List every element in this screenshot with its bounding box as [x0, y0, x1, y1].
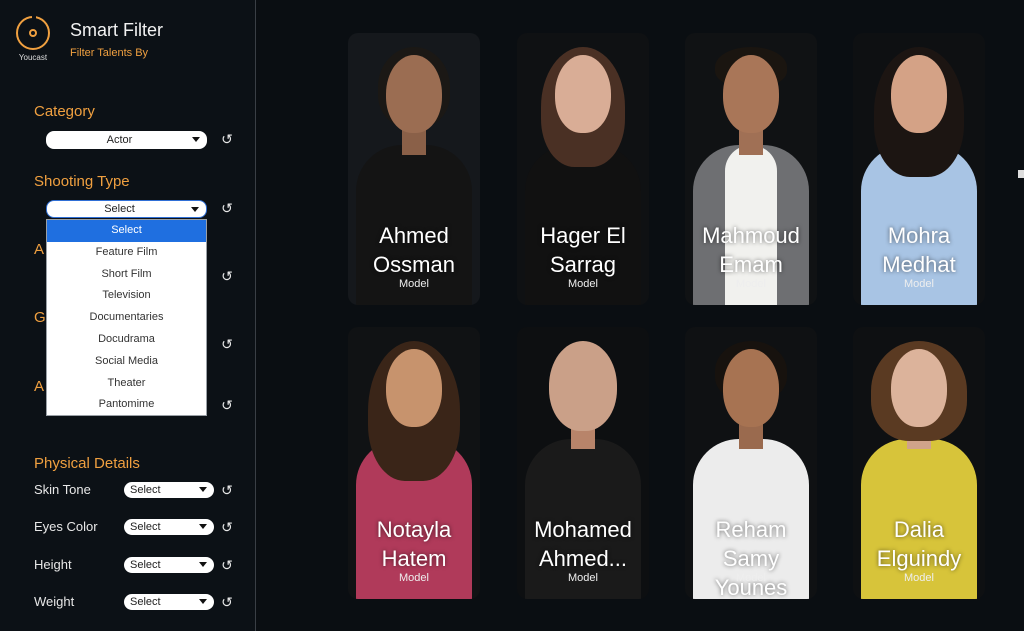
dropdown-option[interactable]: Theater [47, 373, 206, 395]
dropdown-option[interactable]: Docudrama [47, 329, 206, 351]
reset-icon[interactable]: ↺ [220, 270, 234, 284]
category-select-value: Actor [106, 134, 133, 146]
category-label: Category [34, 103, 95, 120]
dropdown-option[interactable]: Feature Film [47, 242, 206, 264]
logo-text: Youcast [18, 53, 48, 62]
reset-icon[interactable]: ↺ [220, 521, 234, 535]
youcast-logo-icon [16, 14, 50, 50]
talent-name: Hager El Sarrag [540, 223, 626, 277]
app-subtitle: Filter Talents By [70, 47, 149, 59]
skin-tone-label: Skin Tone [34, 482, 91, 497]
weight-label: Weight [34, 594, 75, 609]
dropdown-option[interactable]: Select [47, 220, 206, 242]
caret-down-icon [199, 524, 207, 529]
caret-down-icon [199, 487, 207, 492]
talent-name: Mohamed Ahmed... [534, 517, 632, 571]
dropdown-option[interactable]: Television [47, 285, 206, 307]
physical-details-label: Physical Details [34, 455, 140, 472]
reset-icon[interactable]: ↺ [220, 596, 234, 610]
caret-down-icon [192, 137, 200, 142]
dropdown-option[interactable]: Documentaries [47, 307, 206, 329]
talent-name: Dalia Elguindy [876, 517, 962, 571]
height-select-value: Select [130, 559, 161, 571]
talent-role: Model [736, 572, 766, 584]
talent-role: Model [399, 572, 429, 584]
height-select[interactable]: Select [124, 557, 214, 573]
talent-card[interactable]: Ahmed Ossman Model [348, 33, 480, 305]
hidden-section-label: A [34, 378, 45, 395]
category-select[interactable]: Actor [46, 131, 207, 149]
height-label: Height [34, 557, 72, 572]
hidden-section-label: A [34, 241, 45, 258]
filter-sidebar: Youcast Smart Filter Filter Talents By C… [0, 0, 256, 631]
talent-card[interactable]: Mohamed Ahmed... Model [517, 327, 649, 599]
weight-select-value: Select [130, 596, 161, 608]
talent-role: Model [736, 278, 766, 290]
talent-card[interactable]: Notayla Hatem Model [348, 327, 480, 599]
reset-icon[interactable]: ↺ [220, 133, 234, 147]
skin-tone-select[interactable]: Select [124, 482, 214, 498]
talent-name: Mohra Medhat [882, 223, 956, 277]
talent-name: Mahmoud Emam [702, 223, 800, 277]
talent-card[interactable]: Hager El Sarrag Model [517, 33, 649, 305]
talent-role: Model [904, 572, 934, 584]
shooting-type-select-value: Select [104, 203, 135, 215]
talent-card[interactable]: Mohra Medhat Model [853, 33, 985, 305]
talent-card[interactable]: Dalia Elguindy Model [853, 327, 985, 599]
reset-icon[interactable]: ↺ [220, 399, 234, 413]
reset-icon[interactable]: ↺ [220, 202, 234, 216]
talent-role: Model [568, 572, 598, 584]
app-title: Smart Filter [70, 20, 164, 40]
youcast-logo[interactable]: Youcast [14, 14, 52, 62]
eyes-color-select-value: Select [130, 521, 161, 533]
shooting-type-dropdown: Select Feature Film Short Film Televisio… [46, 219, 207, 416]
talent-role: Model [399, 278, 429, 290]
caret-down-icon [191, 207, 199, 212]
reset-icon[interactable]: ↺ [220, 484, 234, 498]
talent-name: Ahmed Ossman [373, 223, 455, 277]
shooting-type-label: Shooting Type [34, 173, 130, 190]
hidden-section-label: G [34, 309, 46, 326]
talent-role: Model [904, 278, 934, 290]
skin-tone-select-value: Select [130, 484, 161, 496]
talent-name: Notayla Hatem [376, 517, 452, 571]
talent-role: Model [568, 278, 598, 290]
shooting-type-select[interactable]: Select [46, 200, 207, 218]
caret-down-icon [199, 599, 207, 604]
dropdown-option[interactable]: Pantomime [47, 394, 206, 416]
reset-icon[interactable]: ↺ [220, 559, 234, 573]
reset-icon[interactable]: ↺ [220, 338, 234, 352]
caret-down-icon [199, 562, 207, 567]
talent-card[interactable]: Reham Samy Younes Model [685, 327, 817, 599]
talent-name: Reham Samy Younes [714, 517, 788, 599]
eyes-color-select[interactable]: Select [124, 519, 214, 535]
weight-select[interactable]: Select [124, 594, 214, 610]
dropdown-option[interactable]: Short Film [47, 264, 206, 286]
eyes-color-label: Eyes Color [34, 519, 98, 534]
scroll-indicator[interactable] [1018, 170, 1024, 178]
dropdown-option[interactable]: Social Media [47, 351, 206, 373]
talent-card[interactable]: Mahmoud Emam Model [685, 33, 817, 305]
